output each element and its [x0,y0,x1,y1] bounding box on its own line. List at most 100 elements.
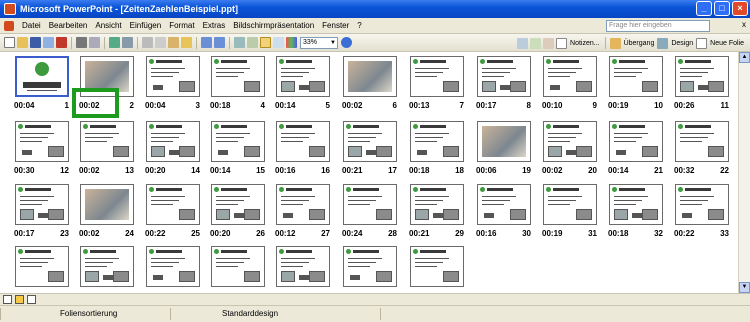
slide-thumbnail[interactable] [211,121,265,162]
slide-thumbnail[interactable] [675,121,729,162]
slide-number: 31 [588,229,597,238]
research-icon[interactable] [122,37,133,48]
powerpoint-icon[interactable] [4,3,16,15]
slide-thumbnail[interactable] [343,121,397,162]
rehearse-timings-icon[interactable] [530,37,542,49]
slide-thumbnail[interactable] [276,184,330,225]
save-icon[interactable] [30,37,41,48]
slide-thumbnail[interactable] [146,184,200,225]
slide-thumbnail[interactable] [675,56,729,97]
document-menu-icon[interactable] [4,20,14,31]
minimize-button[interactable]: _ [696,1,712,16]
slide-thumbnail[interactable] [477,121,531,162]
slide-thumbnail[interactable] [675,184,729,225]
menu-einfuegen[interactable]: Einfügen [126,21,166,30]
slide-thumbnail[interactable] [211,184,265,225]
print-preview-icon[interactable] [89,37,100,48]
slide-thumbnail[interactable] [276,121,330,162]
slide-thumbnail[interactable] [410,56,464,97]
slide-thumbnail[interactable] [609,56,663,97]
expand-all-icon[interactable] [260,37,271,48]
slide-duration: 00:10 [542,101,563,110]
standard-toolbar: 33% ▼ Notizen... Übergang Design Neue Fo… [0,34,750,52]
document-close-icon[interactable]: x [742,20,746,29]
insert-chart-icon[interactable] [234,37,245,48]
slide-number: 15 [256,166,265,175]
new-slide-button[interactable]: Neue Folie [708,40,746,47]
menu-datei[interactable]: Datei [18,21,45,30]
slide-thumbnail[interactable] [609,184,663,225]
menu-bildschirmpraesentation[interactable]: Bildschirmpräsentation [229,21,318,30]
slide-thumbnail[interactable] [343,56,397,97]
pdf-icon[interactable] [56,37,67,48]
slide-thumbnail[interactable] [80,184,134,225]
menu-bearbeiten[interactable]: Bearbeiten [45,21,92,30]
zoom-select[interactable]: 33% ▼ [300,36,338,49]
grayscale-icon[interactable] [273,37,284,48]
summary-slide-icon[interactable] [543,37,555,49]
menu-format[interactable]: Format [165,21,198,30]
slide-thumbnail[interactable] [146,246,200,287]
open-icon[interactable] [17,37,28,48]
copy-icon[interactable] [155,37,166,48]
help-icon[interactable] [341,37,352,48]
slide-thumbnail[interactable] [543,184,597,225]
color-icon[interactable] [286,37,297,48]
cut-icon[interactable] [142,37,153,48]
menu-ansicht[interactable]: Ansicht [91,21,125,30]
notes-button[interactable]: Notizen... [568,40,602,47]
print-icon[interactable] [76,37,87,48]
slide-duration: 00:26 [674,101,695,110]
close-button[interactable]: × [732,1,748,16]
slide-sorter-view-icon[interactable] [15,295,24,304]
transition-icon[interactable] [609,37,621,49]
redo-icon[interactable] [214,37,225,48]
slide-thumbnail[interactable] [543,56,597,97]
slide-thumbnail[interactable] [15,246,69,287]
paste-icon[interactable] [168,37,179,48]
slide-thumbnail[interactable] [211,56,265,97]
slide-thumbnail[interactable] [276,246,330,287]
hide-slide-icon[interactable] [517,37,529,49]
format-painter-icon[interactable] [181,37,192,48]
slide-thumbnail[interactable] [477,56,531,97]
slide-thumbnail[interactable] [543,121,597,162]
undo-icon[interactable] [201,37,212,48]
transition-button[interactable]: Übergang [622,40,657,47]
scroll-up-icon[interactable]: ▲ [739,52,750,63]
help-search-input[interactable]: Frage hier eingeben [606,20,710,32]
normal-view-icon[interactable] [3,295,12,304]
slide-thumbnail[interactable] [80,246,134,287]
new-icon[interactable] [4,37,15,48]
maximize-button[interactable]: □ [714,1,730,16]
menu-extras[interactable]: Extras [199,21,230,30]
notes-icon[interactable] [556,37,568,49]
slide-thumbnail[interactable] [15,121,69,162]
scroll-down-icon[interactable]: ▼ [739,282,750,293]
new-slide-icon[interactable] [696,37,708,49]
menu-help[interactable]: ? [353,21,365,30]
slide-thumbnail[interactable] [343,246,397,287]
slide-thumbnail[interactable] [609,121,663,162]
permission-icon[interactable] [43,37,54,48]
slide-number: 21 [654,166,663,175]
slide-thumbnail[interactable] [276,56,330,97]
insert-table-icon[interactable] [247,37,258,48]
design-button[interactable]: Design [669,40,695,47]
slide-thumbnail[interactable] [410,246,464,287]
slide-thumbnail[interactable] [343,184,397,225]
slide-thumbnail[interactable] [410,121,464,162]
slide-thumbnail[interactable] [15,184,69,225]
design-icon[interactable] [657,37,669,49]
menu-fenster[interactable]: Fenster [318,21,353,30]
slide-thumbnail[interactable] [477,184,531,225]
spelling-icon[interactable] [109,37,120,48]
vertical-scrollbar[interactable]: ▲ ▼ [738,52,750,293]
slide-thumbnail[interactable] [211,246,265,287]
slide-thumbnail[interactable] [146,121,200,162]
slide-thumbnail[interactable] [410,184,464,225]
slide-thumbnail[interactable] [146,56,200,97]
slide-thumbnail[interactable] [80,121,134,162]
slide-thumbnail[interactable] [15,56,69,97]
slideshow-view-icon[interactable] [27,295,36,304]
